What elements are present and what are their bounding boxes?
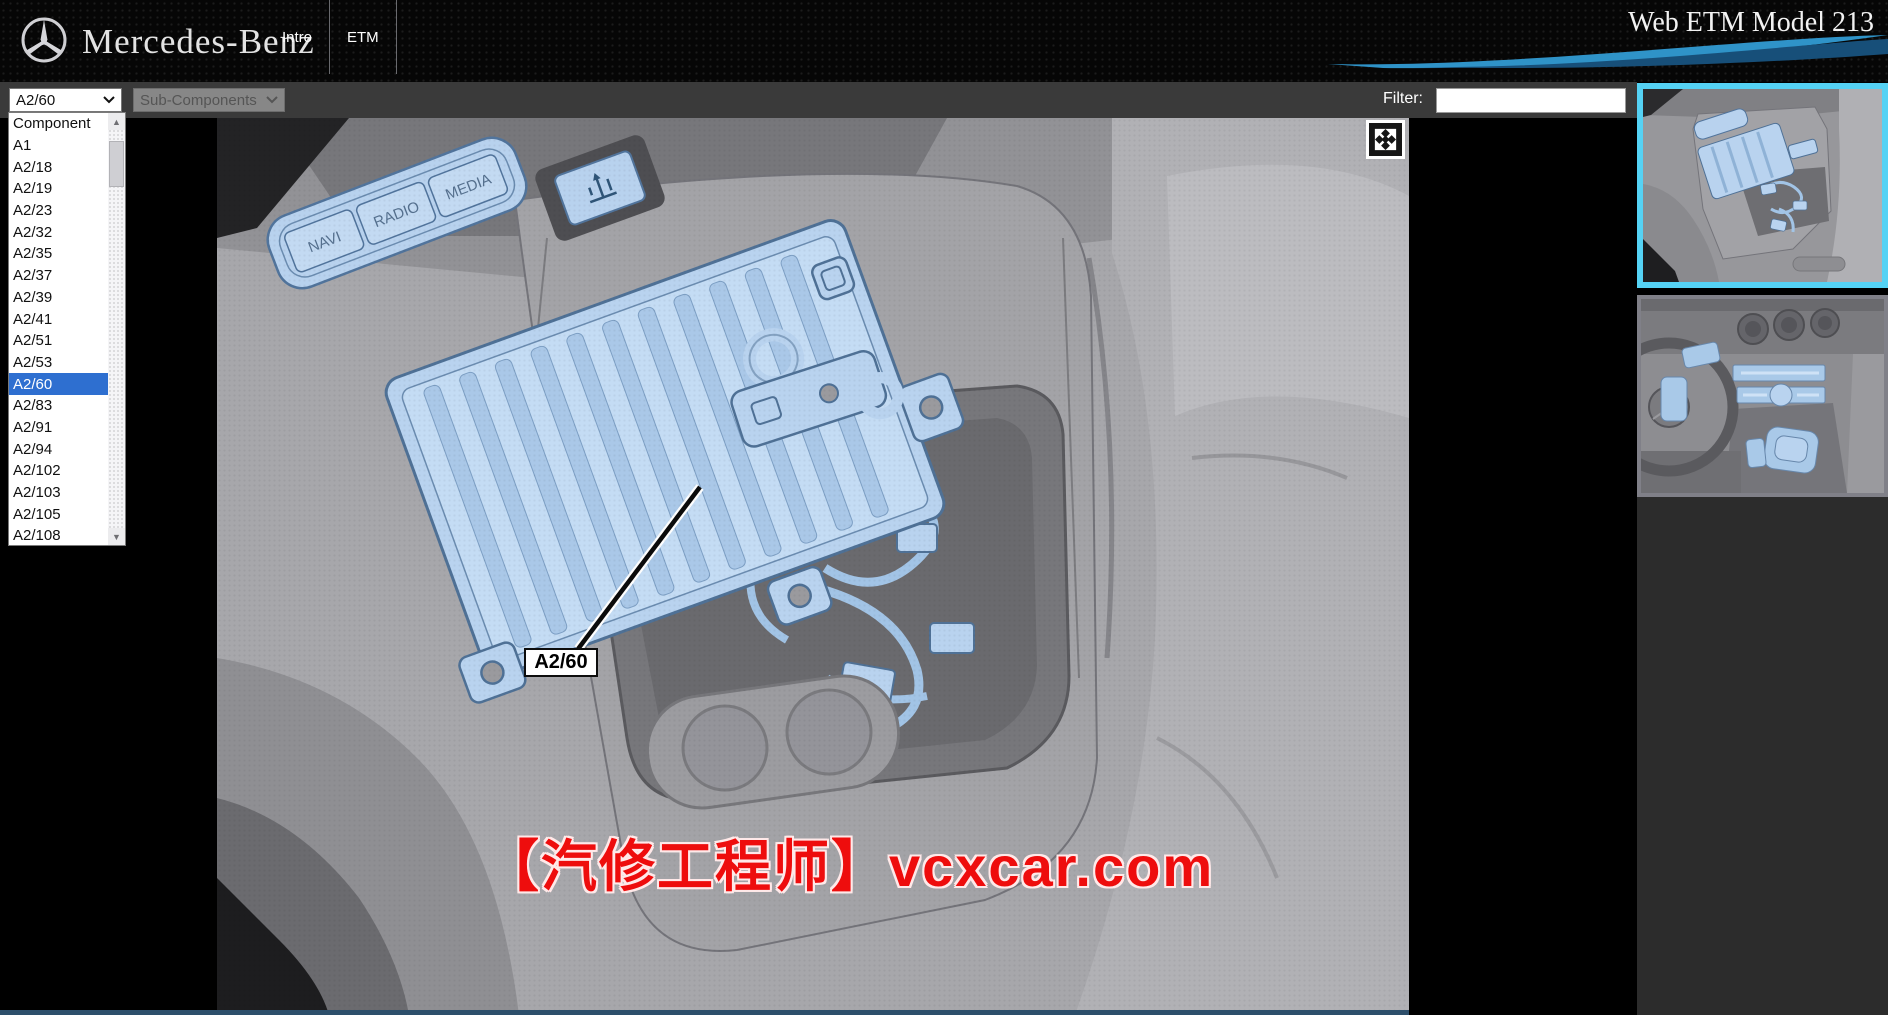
- tab-separator: [396, 0, 397, 74]
- bottom-accent-strip: [0, 1010, 1409, 1015]
- scroll-down-button[interactable]: ▼: [108, 528, 125, 545]
- component-list-option[interactable]: A2/18: [9, 156, 108, 178]
- chevron-down-icon: [103, 96, 115, 104]
- component-list-option[interactable]: A2/23: [9, 200, 108, 222]
- component-list-option[interactable]: A2/41: [9, 308, 108, 330]
- filter-label: Filter:: [1383, 90, 1423, 108]
- subcomponents-select-value: Sub-Components: [140, 92, 257, 109]
- thumbnail-center-console[interactable]: [1637, 83, 1888, 288]
- component-select[interactable]: A2/60: [9, 88, 122, 112]
- component-select-value: A2/60: [16, 92, 55, 109]
- web-etm-app: Mercedes-Benz Intro ETM Web ETM Model 21…: [0, 0, 1888, 1015]
- diagram-viewport[interactable]: NAVI RADIO MEDIA A2/60 【汽修工程师】vcxcar.com: [217, 118, 1409, 1015]
- title-swoosh-graphic: [1328, 30, 1888, 70]
- component-list-option[interactable]: A2/102: [9, 460, 108, 482]
- scrollbar-thumb[interactable]: [109, 141, 124, 187]
- component-list-option[interactable]: A2/83: [9, 395, 108, 417]
- component-list-option[interactable]: A2/94: [9, 438, 108, 460]
- right-panel-background: [1637, 497, 1888, 1015]
- header-bar: Mercedes-Benz Intro ETM Web ETM Model 21…: [0, 0, 1888, 82]
- component-list-option[interactable]: A2/103: [9, 482, 108, 504]
- fullscreen-icon[interactable]: [1366, 120, 1405, 159]
- thumbnail-dashboard[interactable]: [1637, 295, 1888, 497]
- tab-separator: [329, 0, 330, 74]
- scroll-up-button[interactable]: ▲: [108, 113, 125, 130]
- component-list-option[interactable]: A2/53: [9, 352, 108, 374]
- component-list-option[interactable]: A2/105: [9, 503, 108, 525]
- list-scrollbar[interactable]: ▲ ▼: [108, 113, 125, 545]
- component-list-option[interactable]: A2/37: [9, 265, 108, 287]
- component-list-option[interactable]: A2/39: [9, 287, 108, 309]
- component-list-option[interactable]: A2/51: [9, 330, 108, 352]
- filter-input[interactable]: [1436, 88, 1626, 113]
- nav-tabs: Intro ETM: [265, 0, 397, 74]
- component-list-option[interactable]: A2/108: [9, 525, 108, 545]
- tab-intro[interactable]: Intro: [265, 0, 329, 74]
- component-list-option[interactable]: A2/91: [9, 417, 108, 439]
- component-list-option[interactable]: A2/32: [9, 221, 108, 243]
- component-list-option[interactable]: A2/60: [9, 373, 108, 395]
- component-list-option[interactable]: A2/35: [9, 243, 108, 265]
- toolbar: A2/60 Sub-Components Filter:: [0, 82, 1637, 118]
- mercedes-star-logo: [20, 16, 68, 64]
- component-list-option[interactable]: A2/19: [9, 178, 108, 200]
- tab-etm[interactable]: ETM: [330, 0, 396, 74]
- component-dropdown-list: ComponentA1A2/18A2/19A2/23A2/32A2/35A2/3…: [8, 112, 126, 546]
- touchpad-controller: [1762, 426, 1819, 475]
- subcomponents-select: Sub-Components: [133, 88, 285, 112]
- chevron-down-icon: [266, 96, 278, 104]
- watermark-text: 【汽修工程师】vcxcar.com: [483, 822, 1214, 903]
- component-list-option[interactable]: Component: [9, 113, 108, 135]
- component-list-option[interactable]: A1: [9, 135, 108, 157]
- component-list-items: ComponentA1A2/18A2/19A2/23A2/32A2/35A2/3…: [9, 113, 108, 545]
- component-callout: A2/60: [524, 648, 598, 677]
